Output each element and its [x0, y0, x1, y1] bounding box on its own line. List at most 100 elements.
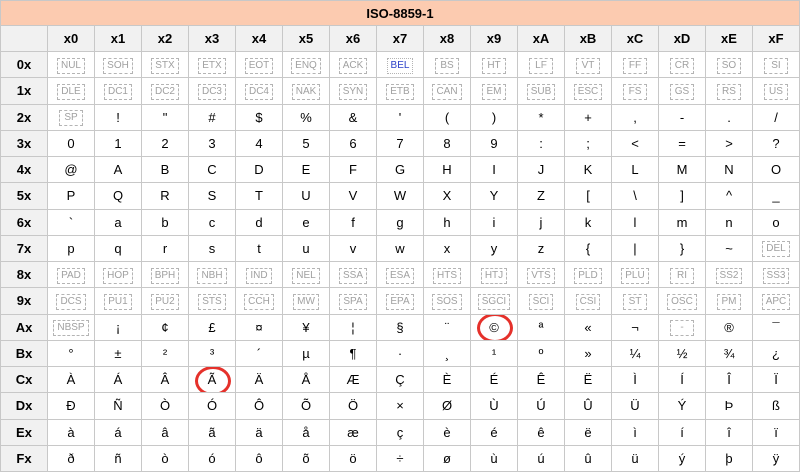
character-glyph: ) [491, 109, 497, 125]
char-cell: | [611, 234, 659, 263]
character-glyph: ± [114, 345, 122, 361]
character-glyph: o [772, 214, 780, 230]
character-glyph: - [679, 109, 685, 125]
char-cell: VT [564, 50, 612, 79]
character-glyph: ³ [209, 345, 215, 361]
column-header-xc: xC [611, 25, 659, 52]
character-glyph: Ó [206, 398, 218, 414]
column-header-x9: x9 [470, 25, 518, 52]
char-cell: ! [94, 103, 142, 131]
control-code-label: SO [717, 57, 741, 74]
char-cell: Ó [188, 392, 236, 420]
char-cell: CAN [423, 77, 471, 105]
control-code-label: DCS [56, 293, 86, 310]
char-cell: ETB [376, 77, 424, 105]
char-cell: Ä [235, 365, 283, 394]
table-row: Ax NBSP ¡ ¢ £ ¤ ¥ ¦ § ¨ © ª « ¬ - ® ¯ [0, 313, 800, 341]
char-cell: J [517, 155, 565, 184]
control-code-label: OSC [667, 293, 697, 310]
character-glyph: + [584, 109, 592, 125]
row-header-7x: 7x [0, 234, 48, 263]
iso-8859-1-table: ISO-8859-1 x0 x1 x2 x3 x4 x5 x6 x7 x8 x9 xA xB xC xD x… [0, 0, 800, 472]
table-body: 0x NUL SOH STX ETX EOT ENQ ACK BEL BS HT LF VT FF CR SO… [0, 50, 800, 472]
char-cell: SOH [94, 50, 142, 79]
character-glyph: < [631, 135, 639, 151]
char-cell: f [329, 208, 377, 236]
character-glyph: 6 [349, 135, 357, 151]
character-glyph: n [725, 214, 733, 230]
character-glyph: 8 [443, 135, 451, 151]
table-row: 9x DCS PU1 PU2 STS CCH MW SPA EPA SOS SGCI SCI CSI ST… [0, 287, 800, 315]
character-glyph: á [114, 424, 122, 440]
char-cell: X [423, 182, 471, 210]
character-glyph: ¼ [629, 345, 641, 361]
character-glyph: ® [724, 319, 734, 335]
row-header-3x: 3x [0, 129, 48, 158]
control-code-label: SYN [338, 83, 368, 100]
character-glyph: q [114, 240, 122, 256]
table-row: Cx À Á Â Ã Ä Å Æ Ç È É Ê Ë Ì Í Î Ï [0, 365, 800, 394]
char-cell: FF [611, 50, 659, 79]
column-header-xf: xF [752, 25, 800, 52]
table-row: Bx ° ± ² ³ ´ µ ¶ · ¸ ¹ º » ¼ ½ ¾ ¿ [0, 339, 800, 368]
corner-cell [0, 25, 48, 52]
character-glyph: j [539, 214, 543, 230]
char-cell: ° [47, 339, 95, 368]
row-header-8x: 8x [0, 260, 48, 289]
char-cell: r [141, 234, 189, 263]
character-glyph: a [114, 214, 122, 230]
control-code-label: SGCI [477, 293, 511, 310]
character-glyph: â [161, 424, 169, 440]
character-glyph: ' [398, 109, 402, 125]
control-code-label: STX [151, 57, 179, 74]
character-glyph: æ [347, 424, 359, 440]
control-code-label: STS [198, 293, 226, 310]
control-code-label: IND [246, 267, 272, 284]
row-header-1x: 1x [0, 77, 48, 105]
character-glyph: D [254, 162, 264, 178]
char-cell: Ï [752, 365, 800, 394]
char-cell: A [94, 155, 142, 184]
char-cell: º [517, 339, 565, 368]
char-cell: DEL [752, 234, 800, 263]
character-glyph: t [257, 240, 261, 256]
char-cell: ´ [235, 339, 283, 368]
character-glyph: d [255, 214, 263, 230]
character-glyph: ¤ [255, 319, 263, 335]
char-cell: 9 [470, 129, 518, 158]
character-glyph: ú [537, 450, 545, 466]
char-cell: ñ [94, 444, 142, 472]
character-glyph: Û [583, 398, 593, 414]
character-glyph: Ô [253, 398, 265, 414]
char-cell: i [470, 208, 518, 236]
character-glyph: / [774, 109, 778, 125]
char-cell: DC3 [188, 77, 236, 105]
char-cell: ¿ [752, 339, 800, 368]
char-cell: C [188, 155, 236, 184]
control-code-label: ETB [386, 83, 414, 100]
character-glyph: Î [727, 372, 731, 388]
char-cell: V [329, 182, 377, 210]
character-glyph: Ç [395, 372, 405, 388]
row-header-ex: Ex [0, 418, 48, 446]
character-glyph: ? [772, 135, 780, 151]
char-cell: Ô [235, 392, 283, 420]
control-code-label: VTS [527, 267, 555, 284]
char-cell: NBSP [47, 313, 95, 341]
control-code-label: SSA [338, 267, 367, 284]
char-cell: NEL [282, 260, 330, 289]
character-glyph: ï [774, 424, 778, 440]
table-row: 6x ` a b c d e f g h i j k l m n o [0, 208, 800, 236]
char-cell: EOT [235, 50, 283, 79]
char-cell: Ã [188, 365, 236, 394]
character-glyph: º [538, 345, 544, 361]
control-code-label: SOH [103, 57, 133, 74]
control-code-label: PM [717, 293, 741, 310]
char-cell: F [329, 155, 377, 184]
character-glyph: ¹ [491, 345, 497, 361]
character-glyph: ì [633, 424, 637, 440]
char-cell: HTJ [470, 260, 518, 289]
char-cell: R [141, 182, 189, 210]
character-glyph: @ [64, 162, 78, 178]
control-code-label: ST [623, 293, 647, 310]
